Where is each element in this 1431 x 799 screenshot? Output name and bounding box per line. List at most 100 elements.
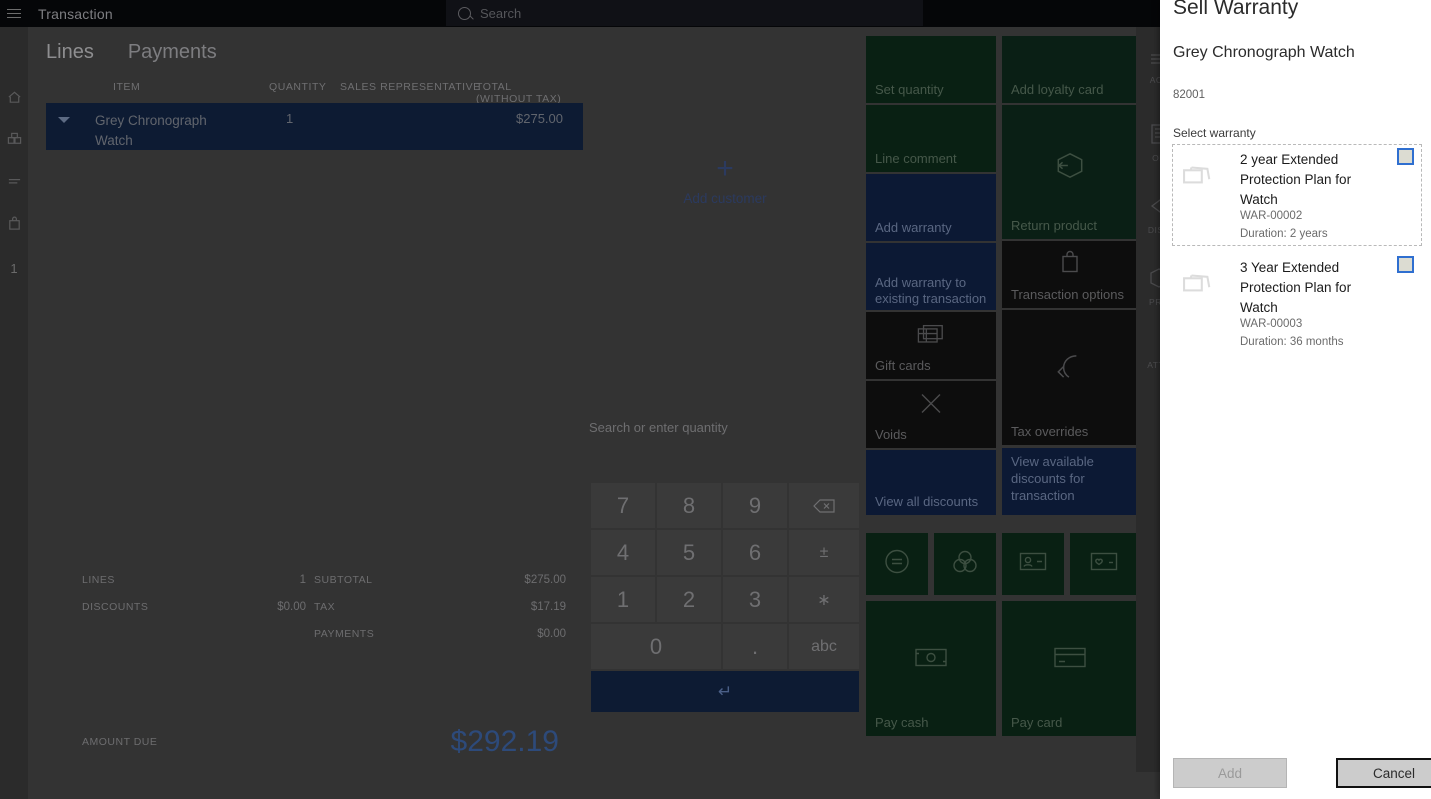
column-header-total: TOTAL (WITHOUT TAX) bbox=[476, 81, 562, 105]
warranty-name: 3 Year Extended Protection Plan for Watc… bbox=[1240, 260, 1352, 315]
key-9[interactable]: 9 bbox=[723, 483, 787, 528]
tax-label: TAX bbox=[314, 601, 336, 613]
tile-return-product[interactable]: Return product bbox=[1002, 105, 1137, 239]
warranty-checkbox[interactable] bbox=[1397, 256, 1414, 273]
list-item[interactable]: 2 year Extended Protection Plan for Watc… bbox=[1172, 144, 1422, 246]
action-tile-grid: Set quantity Add loyalty card Line comme… bbox=[866, 36, 1137, 736]
sell-warranty-dialog: Sell Warranty Grey Chronograph Watch 820… bbox=[1160, 0, 1431, 799]
column-header-quantity: QUANTITY bbox=[269, 81, 327, 93]
key-1[interactable]: 1 bbox=[591, 577, 655, 622]
key-0[interactable]: 0 bbox=[591, 624, 721, 669]
select-warranty-label: Select warranty bbox=[1173, 126, 1256, 140]
payments-label: PAYMENTS bbox=[314, 628, 375, 640]
tile-loyalty-card[interactable] bbox=[1070, 533, 1137, 595]
tile-tax-overrides[interactable]: Tax overrides bbox=[1002, 310, 1137, 445]
tile-transaction-options[interactable]: Transaction options bbox=[1002, 241, 1137, 308]
stacked-cards-icon bbox=[1182, 268, 1216, 301]
key-4[interactable]: 4 bbox=[591, 530, 655, 575]
gift-card-icon bbox=[917, 324, 945, 351]
key-decimal[interactable]: . bbox=[723, 624, 787, 669]
plus-icon: + bbox=[716, 152, 734, 185]
tile-view-all-discounts[interactable]: View all discounts bbox=[866, 450, 996, 515]
home-icon bbox=[7, 90, 22, 110]
payments-value: $0.00 bbox=[537, 628, 566, 640]
numeric-keypad: 7 8 9 4 5 6 ± 1 2 3 ∗ 0 . abc ↵ bbox=[591, 483, 859, 725]
shopping-bag-icon bbox=[7, 216, 22, 236]
undo-icon bbox=[1053, 350, 1087, 389]
discounts-value: $0.00 bbox=[277, 601, 306, 613]
warranty-duration: Duration: 36 months bbox=[1240, 336, 1344, 348]
key-enter[interactable]: ↵ bbox=[591, 671, 859, 712]
warranty-code: WAR-00003 bbox=[1240, 318, 1303, 330]
key-3[interactable]: 3 bbox=[723, 577, 787, 622]
transaction-tabs: Lines Payments bbox=[46, 41, 217, 64]
coins-icon bbox=[952, 549, 978, 580]
subtotal-value: $275.00 bbox=[524, 574, 566, 586]
backspace-icon[interactable] bbox=[789, 483, 859, 528]
tile-currency[interactable] bbox=[934, 533, 996, 595]
close-x-icon bbox=[918, 391, 944, 422]
tile-set-quantity[interactable]: Set quantity bbox=[866, 36, 996, 103]
transaction-panel: Lines Payments ITEM QUANTITY SALES REPRE… bbox=[28, 27, 586, 772]
key-7[interactable]: 7 bbox=[591, 483, 655, 528]
key-abc[interactable]: abc bbox=[789, 624, 859, 669]
transaction-totals: LINES 1 DISCOUNTS $0.00 SUBTOTAL $275.00… bbox=[46, 564, 566, 758]
tab-lines[interactable]: Lines bbox=[46, 41, 94, 64]
key-plus-minus[interactable]: ± bbox=[789, 530, 859, 575]
tile-add-warranty[interactable]: Add warranty bbox=[866, 174, 996, 241]
key-2[interactable]: 2 bbox=[657, 577, 721, 622]
sidebar-item-home[interactable] bbox=[0, 79, 28, 121]
tile-add-loyalty-card[interactable]: Add loyalty card bbox=[1002, 36, 1137, 103]
tab-payments[interactable]: Payments bbox=[128, 41, 217, 64]
lines-value: 1 bbox=[299, 574, 306, 586]
key-5[interactable]: 5 bbox=[657, 530, 721, 575]
tile-voids[interactable]: Voids bbox=[866, 381, 996, 448]
line-item-total: $275.00 bbox=[516, 111, 563, 126]
tax-value: $17.19 bbox=[530, 601, 566, 613]
lines-table-header: ITEM QUANTITY SALES REPRESENTATIVE TOTAL… bbox=[46, 81, 566, 105]
warranty-code: WAR-00002 bbox=[1240, 210, 1303, 222]
sidebar-item-lines[interactable] bbox=[0, 163, 28, 205]
amount-due-value: $292.19 bbox=[450, 725, 559, 758]
cash-icon bbox=[914, 646, 948, 675]
equals-circle-icon bbox=[884, 549, 910, 580]
cancel-button[interactable]: Cancel bbox=[1336, 758, 1431, 788]
return-product-icon bbox=[1053, 148, 1087, 187]
page-title: Transaction bbox=[38, 5, 113, 22]
stacked-cards-icon bbox=[1182, 160, 1216, 193]
cart-count-badge: 1 bbox=[10, 260, 18, 276]
warranty-checkbox[interactable] bbox=[1397, 148, 1414, 165]
add-button[interactable]: Add bbox=[1173, 758, 1287, 788]
tile-price-check[interactable] bbox=[866, 533, 928, 595]
hamburger-icon[interactable] bbox=[0, 0, 28, 27]
tile-customer-card[interactable] bbox=[1002, 533, 1064, 595]
key-asterisk[interactable]: ∗ bbox=[789, 577, 859, 622]
add-customer-button[interactable]: + Add customer bbox=[586, 152, 864, 207]
tile-line-comment[interactable]: Line comment bbox=[866, 105, 996, 172]
column-header-item: ITEM bbox=[113, 81, 141, 93]
warranty-name: 2 year Extended Protection Plan for Watc… bbox=[1240, 152, 1352, 207]
tile-pay-cash[interactable]: Pay cash bbox=[866, 601, 996, 736]
tile-pay-card[interactable]: Pay card bbox=[1002, 601, 1137, 736]
warranty-list: 2 year Extended Protection Plan for Watc… bbox=[1172, 144, 1422, 354]
dialog-product-id: 82001 bbox=[1173, 89, 1205, 101]
search-input[interactable]: Search bbox=[446, 0, 923, 26]
key-8[interactable]: 8 bbox=[657, 483, 721, 528]
pos-application: Transaction Search 1 Lines Payments ITEM… bbox=[0, 0, 1431, 799]
warranty-duration: Duration: 2 years bbox=[1240, 228, 1328, 240]
lines-icon bbox=[7, 174, 22, 194]
tile-gift-cards[interactable]: Gift cards bbox=[866, 312, 996, 379]
search-placeholder: Search bbox=[480, 5, 522, 21]
key-6[interactable]: 6 bbox=[723, 530, 787, 575]
amount-due-label: AMOUNT DUE bbox=[82, 736, 158, 748]
add-customer-label: Add customer bbox=[683, 191, 767, 206]
list-item[interactable]: 3 Year Extended Protection Plan for Watc… bbox=[1172, 252, 1422, 354]
chevron-down-icon[interactable] bbox=[58, 117, 70, 124]
quantity-input[interactable]: Search or enter quantity bbox=[589, 420, 728, 435]
sidebar-item-cart[interactable] bbox=[0, 205, 28, 247]
sidebar-item-products[interactable] bbox=[0, 121, 28, 163]
tile-add-warranty-existing[interactable]: Add warranty to existing transaction bbox=[866, 243, 996, 310]
table-row[interactable]: Grey Chronograph Watch 1 $275.00 bbox=[46, 103, 583, 150]
tile-view-available-discounts[interactable]: View available discounts for transaction bbox=[1002, 448, 1137, 515]
line-item-name: Grey Chronograph Watch bbox=[95, 113, 207, 148]
